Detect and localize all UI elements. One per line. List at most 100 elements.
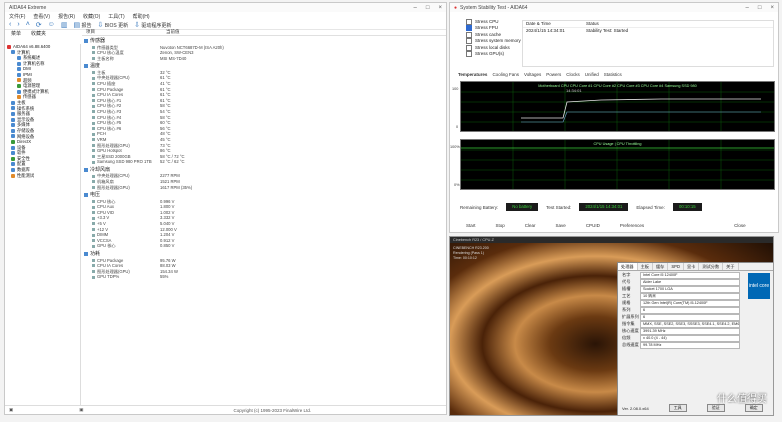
graph-tab[interactable]: Clocks [566,72,580,77]
header-status[interactable]: Status [586,21,599,27]
cpuz-field-row: 核心速度 3991.39 MHz [622,327,740,335]
stress-option[interactable]: Stress GPU(s) [466,51,521,58]
minimize-icon[interactable]: – [746,5,749,11]
tree-item-label: 传感器 [23,94,36,100]
flame-icon: ● [454,4,458,11]
graph-tab[interactable]: Powers [546,72,561,77]
checkbox[interactable] [466,25,472,32]
report-button[interactable]: ▤ 报告 [73,21,91,29]
menu-item[interactable]: 帮助(H) [133,13,150,20]
stress-option-label: Stress system memory [475,38,521,44]
tree-item-label: 多媒体 [17,122,30,128]
forward-icon[interactable]: › [17,21,19,28]
up-icon[interactable]: ˄ [26,21,30,28]
refresh-icon[interactable]: ⟳ [36,21,42,29]
cpuz-field-row: 指令集 MMX, SSE, SSE2, SSE3, SSSE3, SSE4.1, … [622,320,740,328]
menu-item[interactable]: 查看(V) [33,13,50,20]
chart-icon[interactable]: ▥ [61,21,68,29]
tree-item-icon [11,106,15,111]
table-row[interactable]: 2024/1/15 14:34:01 Stability Test: Start… [523,28,773,34]
grid [461,140,774,189]
column-value[interactable]: 当前值 [166,29,180,35]
menu-item[interactable]: 报告(R) [58,13,75,20]
window-title: AIDA64 Extreme [9,4,47,11]
tree-item-label: 电源管理 [23,83,41,89]
validate-button[interactable]: 验证 [706,404,725,412]
maximize-icon[interactable]: □ [758,5,762,11]
cpuz-field-value: 10 纳米 [640,292,740,300]
sensor-name-text: CPU Package [97,86,124,92]
sensor-name-text: CPU 核心 #1 [97,97,122,103]
maximize-icon[interactable]: □ [426,5,430,11]
stability-title: System Stability Test - AIDA64 [460,4,528,11]
cpuz-tab[interactable]: 缓存 [653,263,669,270]
bios-update-button[interactable]: ⇩ BIOS 更新 [97,21,128,29]
stability-button[interactable]: Start [466,223,476,228]
sensor-row[interactable]: 主板名称 MSI MS-7D40 [82,56,446,62]
stability-button[interactable]: Close [734,223,746,228]
tree-item[interactable]: 性能测试 [5,173,80,179]
user-icon[interactable]: ☺ [48,21,55,28]
driver-update-button[interactable]: ⇩ 驱动程序更新 [134,21,171,29]
cpuz-tab[interactable]: 关于 [723,263,739,270]
sensor-name-text: 主板名称 [97,55,114,61]
cpuz-tab[interactable]: 显卡 [684,263,700,270]
cpuz-tab[interactable]: SPD [668,263,684,270]
minimize-icon[interactable]: – [414,5,417,11]
stress-option-label: Stress CPU [475,19,499,25]
checkbox[interactable] [466,51,472,58]
sensor-row[interactable]: Samsung SSD 980 PRO 1TB 52 °C / 62 °C [82,159,446,165]
cpuz-tab[interactable]: 测试分数 [699,263,724,270]
sensor-row[interactable]: GPU 核心 0.850 V [82,243,446,249]
checkbox[interactable] [466,31,472,38]
sensor-name: GPU TDP% [82,274,160,280]
stress-option[interactable]: Stress system memory [466,38,521,45]
graph-tab[interactable]: Statistics [604,72,622,77]
graph-tab[interactable]: Unified [585,72,599,77]
cpuz-field-value: 99.78 MHz [640,341,740,349]
cpuz-tab[interactable]: 主板 [638,263,653,270]
menu-item[interactable]: 工具(T) [108,13,124,20]
cpuz-fields: 名字 Intel Core i5 12400F 代号 Alder Lake 插槽 Sock… [618,271,744,349]
close-icon[interactable]: × [438,5,442,11]
tree-item-icon [11,117,15,122]
sensor-row[interactable]: GPU TDP% 55% [82,274,446,280]
tab-menu[interactable]: 菜单 [11,30,21,37]
sensor-icon [92,121,95,125]
tree-item-icon [11,100,15,105]
ok-button[interactable]: 确定 [744,404,763,412]
back-icon[interactable]: ‹ [9,21,11,28]
stability-button[interactable]: Clear [525,223,536,228]
checkbox[interactable] [466,19,472,25]
sensor-name-text: CPU 核心 #6 [97,125,122,131]
stability-button[interactable]: Stop [496,223,505,228]
graph-tab[interactable]: Cooling Fans [492,72,519,77]
checkbox[interactable] [466,38,472,45]
cpuz-field-value: Intel Core i5 12400F [640,271,740,279]
elapsed-time-label: Elapsed Time: [636,204,665,210]
cpuz-field-row: 倍频 x 40.0 (4 - 44) [622,334,740,342]
sensor-icon [92,185,95,189]
checkbox[interactable] [466,44,472,51]
stability-button[interactable]: CPUID [586,223,600,228]
tools-button[interactable]: 工具 [668,404,687,412]
sensor-row[interactable]: 图形处理器(GPU) 1617 RPM (35%) [82,185,446,191]
cpuz-version: Ver. 2.08.0.x64 [622,405,649,411]
graph-tab[interactable]: Voltages [524,72,541,77]
tree-item-icon [17,78,21,83]
tab-favorites[interactable]: 收藏夹 [31,30,46,37]
cpuz-tab[interactable]: 处理器 [618,263,638,270]
menu-item[interactable]: 收藏(O) [83,13,100,20]
header-date[interactable]: Date & Time [523,21,586,27]
sensor-value: 0.850 V [160,243,175,249]
stability-button[interactable]: Save [556,223,566,228]
close-icon[interactable]: × [770,5,774,11]
tree-item-label: 性能测试 [17,172,35,178]
menu-item[interactable]: 文件(F) [9,13,25,20]
sensor-icon [92,99,95,103]
stability-button[interactable]: Preferences [620,223,644,228]
column-item[interactable]: 项目 [82,29,166,35]
grid [461,82,774,131]
graph-tab[interactable]: Temperatures [458,72,487,77]
tree-item-icon [17,67,21,72]
